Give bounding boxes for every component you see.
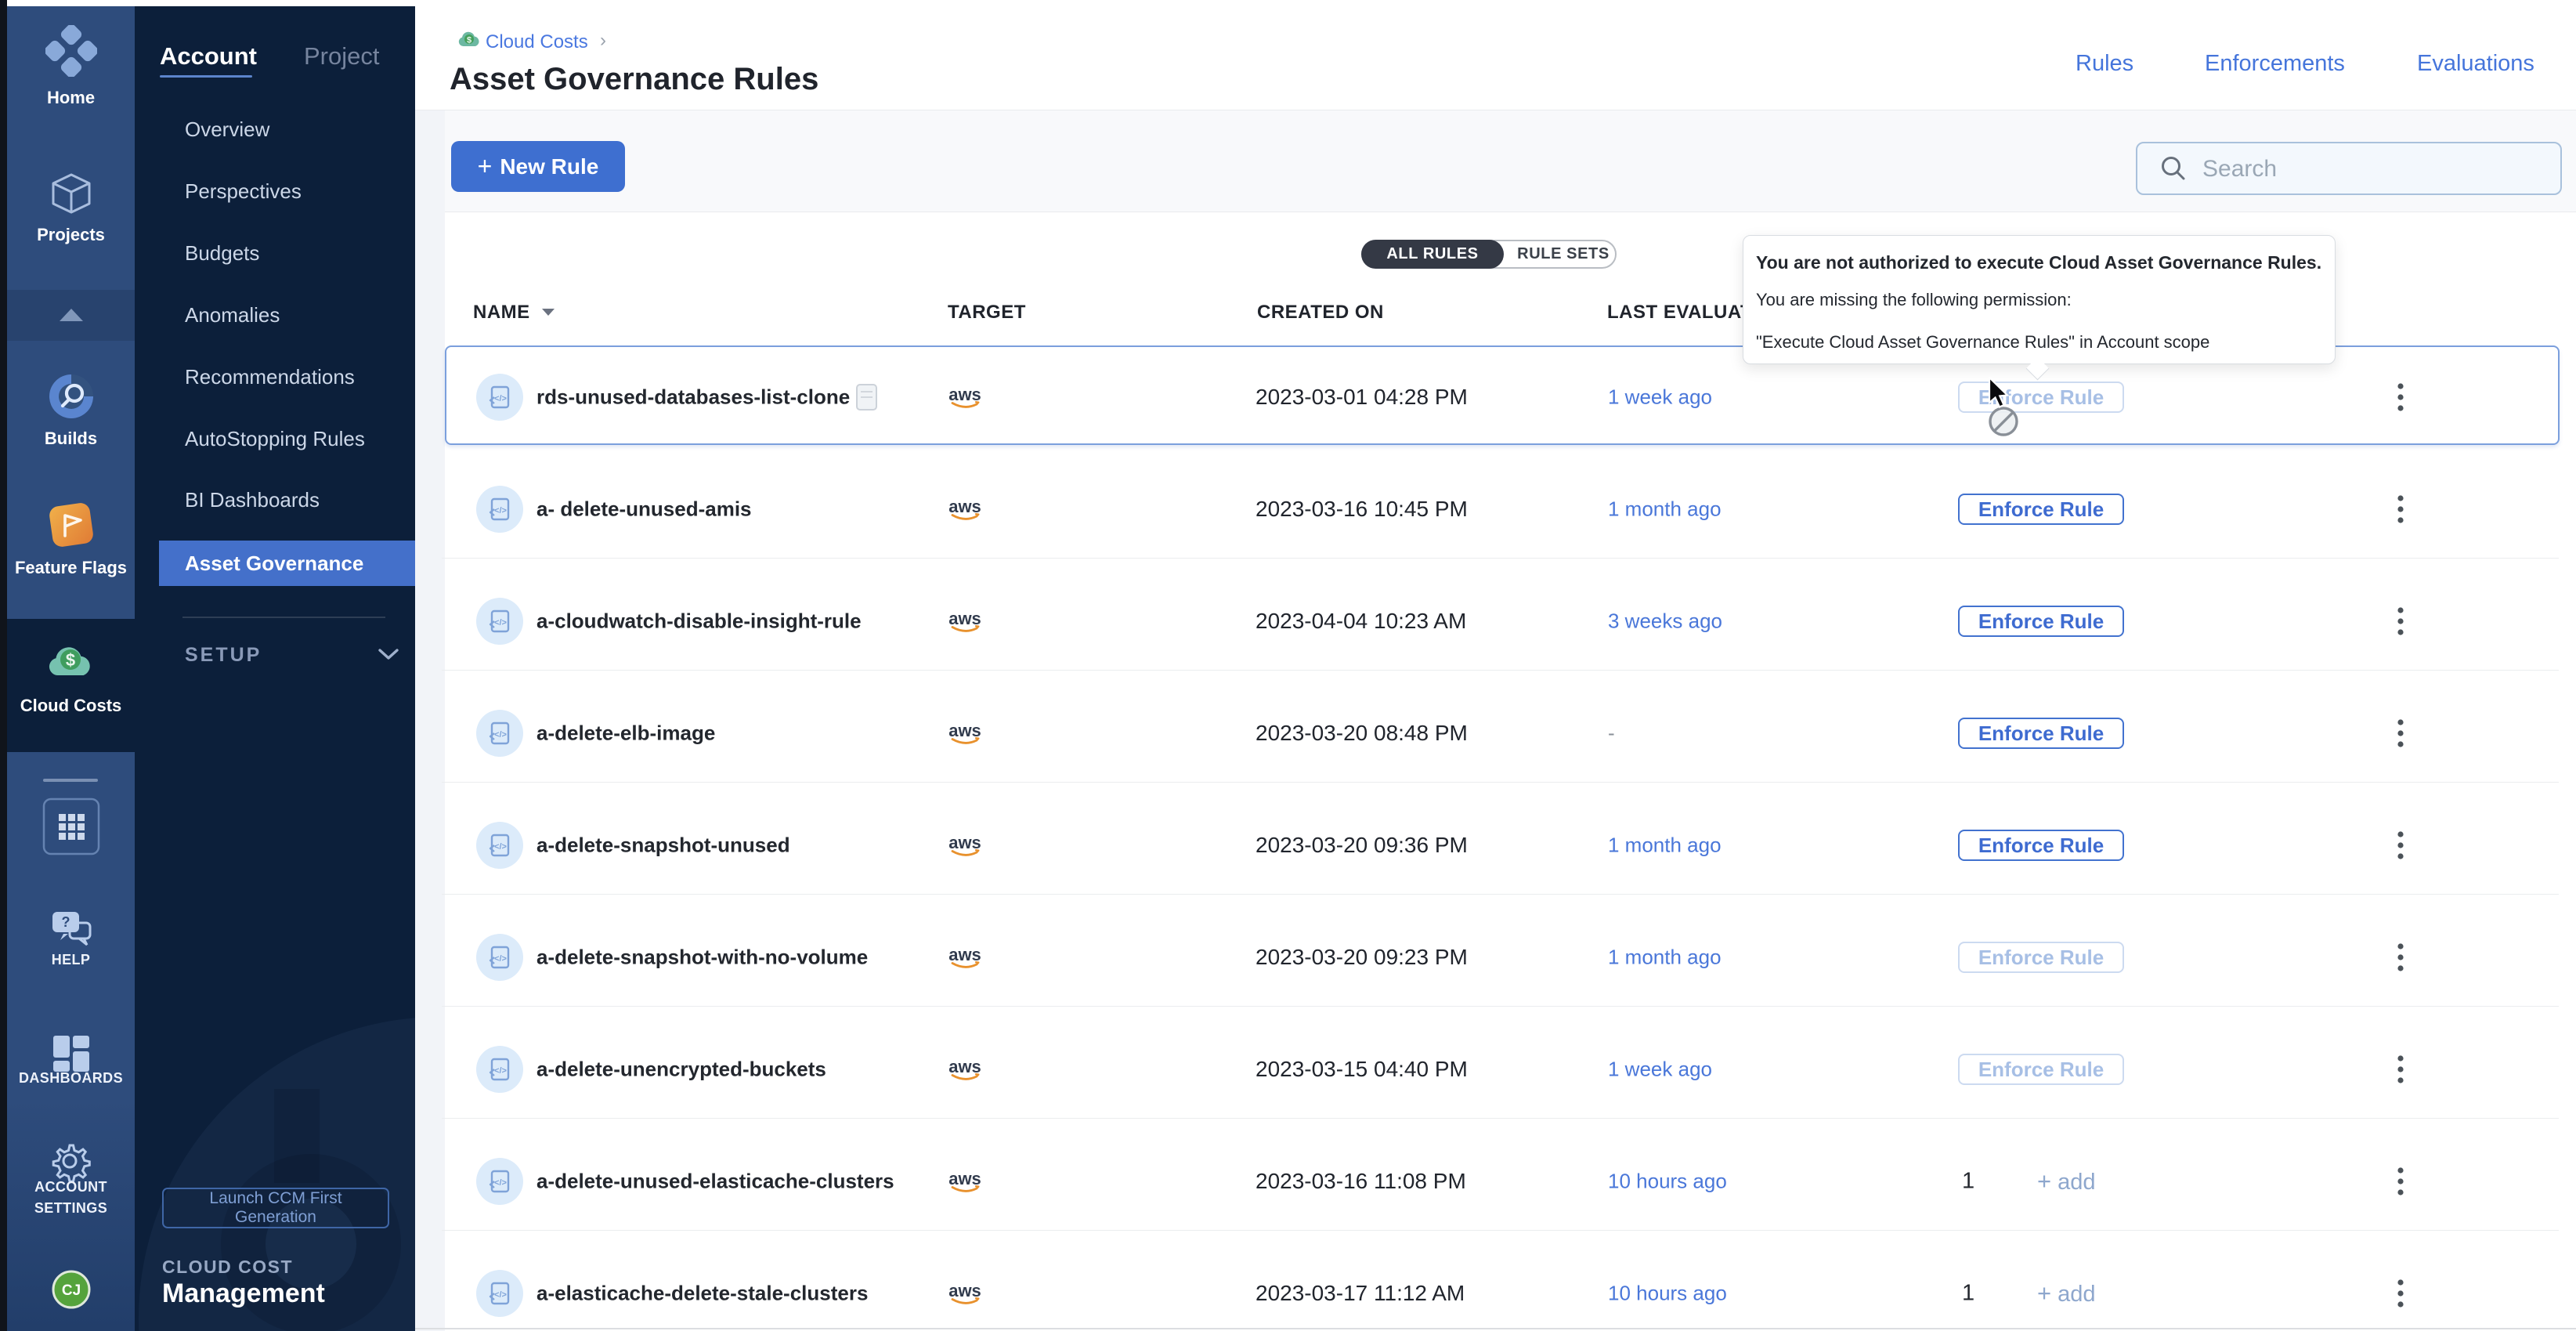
svg-text:</>: </> [494,730,507,740]
svg-text:CJ: CJ [61,1282,80,1299]
svg-text:$: $ [65,650,74,670]
svg-text:</>: </> [494,1066,507,1076]
svg-text:</>: </> [494,618,507,628]
svg-text:</>: </> [494,1290,507,1300]
svg-text:</>: </> [494,954,507,964]
svg-text:</>: </> [494,1178,507,1188]
svg-text:$: $ [467,36,471,45]
svg-text:</>: </> [494,506,507,515]
svg-text:</>: </> [494,842,507,852]
